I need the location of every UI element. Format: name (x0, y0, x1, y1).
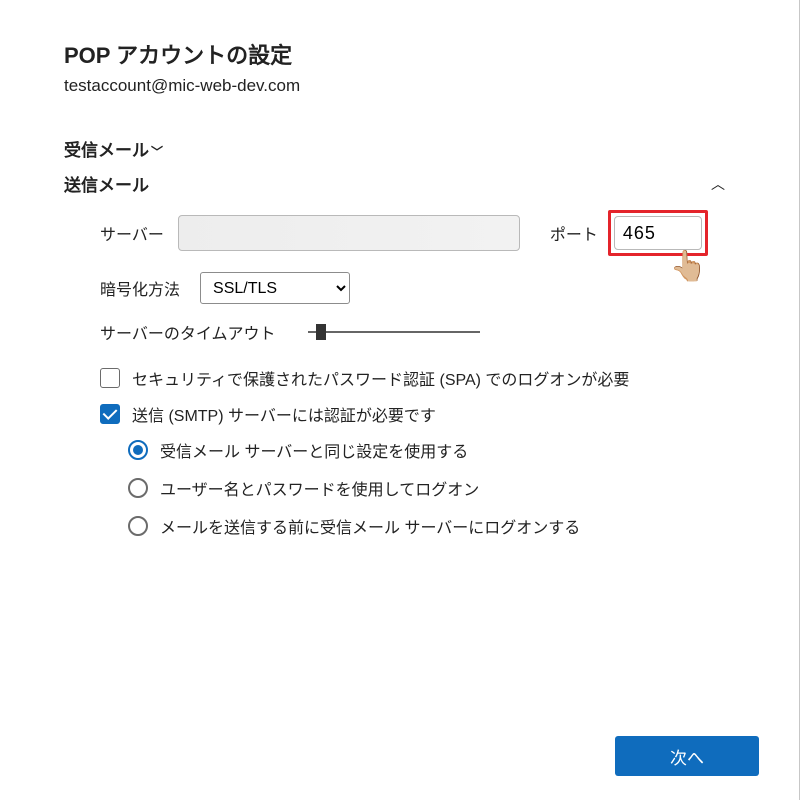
next-button[interactable]: 次へ (615, 736, 759, 776)
encryption-select[interactable]: SSL/TLS (200, 272, 350, 304)
incoming-mail-section[interactable]: 受信メール﹀ (64, 136, 735, 161)
spa-checkbox-label: セキュリティで保護されたパスワード認証 (SPA) でのログオンが必要 (132, 366, 629, 390)
page-title: POP アカウントの設定 (64, 38, 735, 70)
smtp-auth-checkbox-label: 送信 (SMTP) サーバーには認証が必要です (132, 402, 436, 426)
timeout-label: サーバーのタイムアウト (100, 320, 276, 344)
outgoing-mail-label: 送信メール (64, 176, 149, 195)
server-label: サーバー (100, 221, 164, 245)
port-input[interactable] (614, 216, 702, 250)
smtp-auth-radio-logon-first-label: メールを送信する前に受信メール サーバーにログオンする (160, 514, 580, 538)
spa-checkbox[interactable] (100, 368, 120, 388)
outgoing-mail-section[interactable]: 送信メール (64, 171, 149, 196)
port-highlight: 👆🏼 (608, 210, 708, 256)
smtp-auth-radio-userpass-label: ユーザー名とパスワードを使用してログオン (160, 476, 479, 500)
chevron-up-icon[interactable]: ︿ (711, 174, 725, 194)
smtp-auth-radio-same-label: 受信メール サーバーと同じ設定を使用する (160, 438, 468, 462)
encryption-label: 暗号化方法 (100, 276, 180, 300)
port-label: ポート (550, 221, 598, 245)
server-input[interactable] (178, 215, 520, 251)
account-email: testaccount@mic-web-dev.com (64, 76, 735, 96)
slider-thumb[interactable] (316, 326, 324, 339)
pointing-hand-icon: 👆🏼 (670, 249, 707, 284)
smtp-auth-radio-same[interactable] (128, 440, 148, 460)
smtp-auth-radio-group: 受信メール サーバーと同じ設定を使用する ユーザー名とパスワードを使用してログオ… (100, 438, 735, 538)
incoming-mail-label: 受信メール (64, 141, 149, 160)
smtp-auth-radio-logon-first[interactable] (128, 516, 148, 536)
timeout-slider[interactable] (308, 322, 480, 342)
smtp-auth-checkbox[interactable] (100, 404, 120, 424)
smtp-auth-radio-userpass[interactable] (128, 478, 148, 498)
chevron-down-icon: ﹀ (151, 145, 163, 159)
slider-track (308, 331, 480, 333)
